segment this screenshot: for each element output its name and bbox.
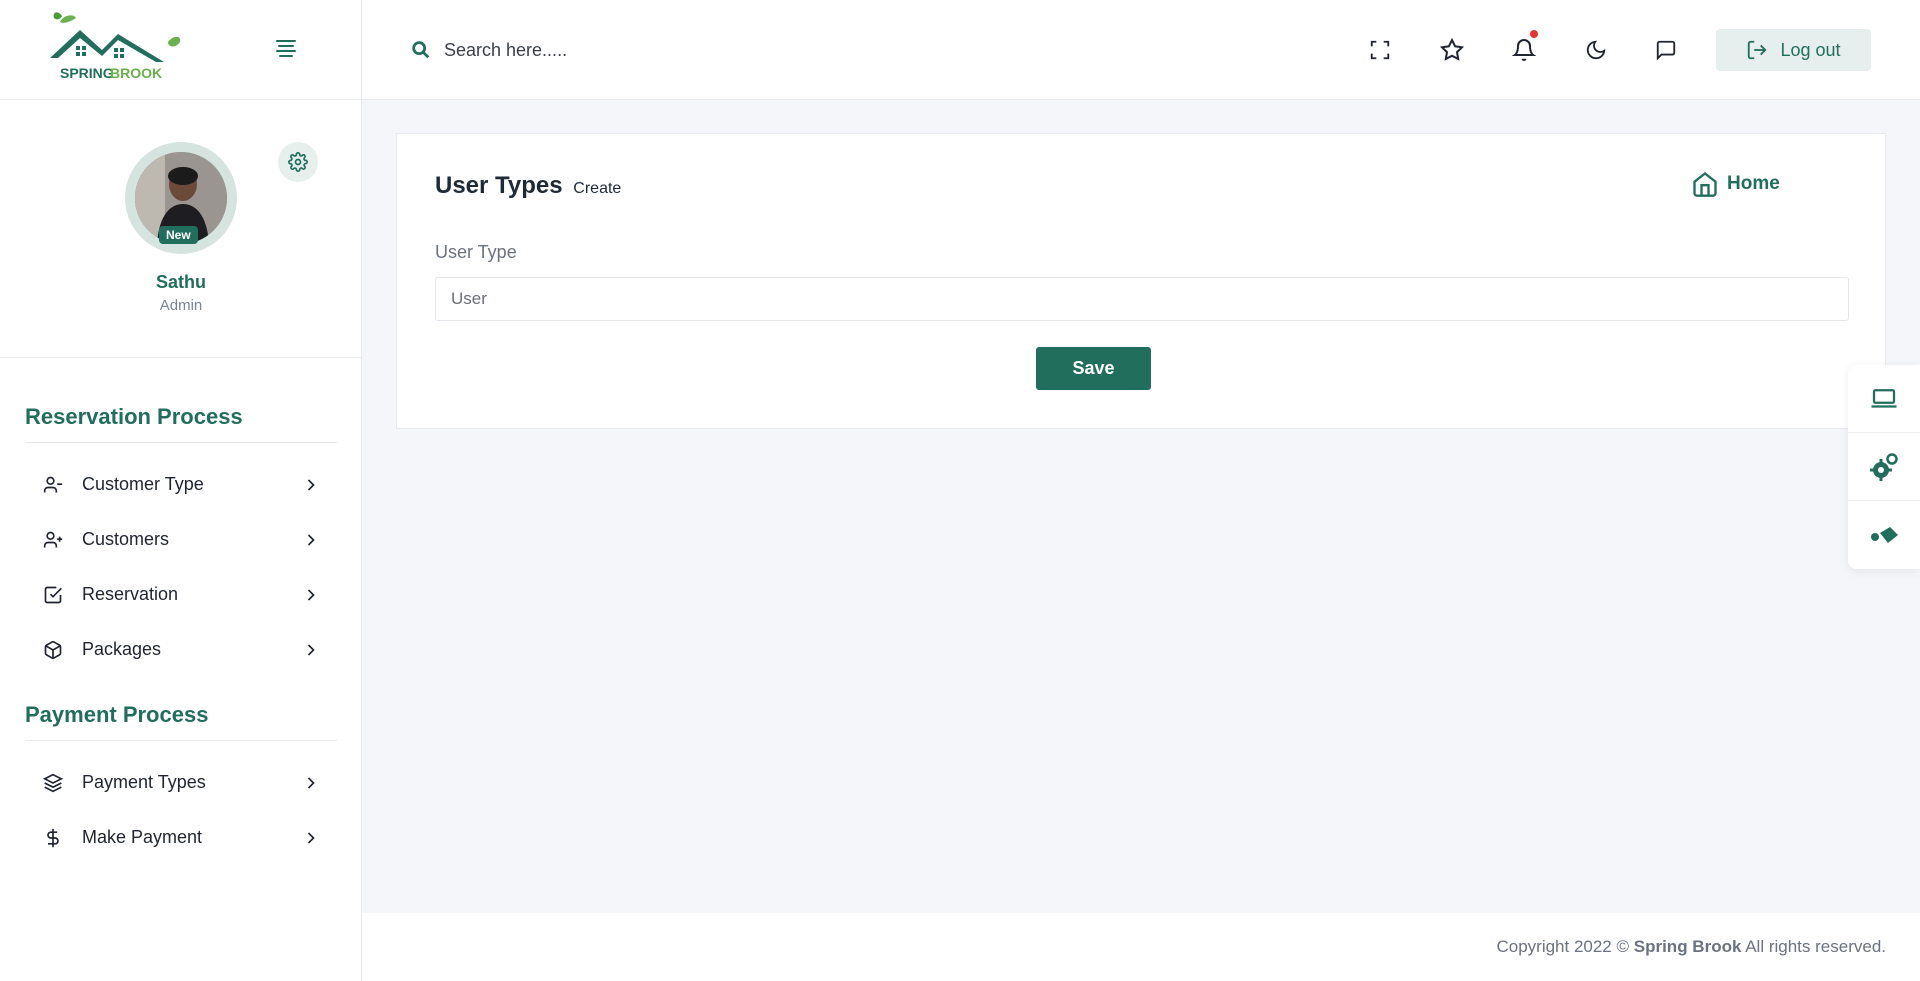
sidebar-item-label: Make Payment [82,827,203,847]
star-icon [1440,38,1464,61]
menu-toggle-button[interactable] [276,40,300,60]
menu-section-payment: Payment Process Payment Types Make Payme… [25,702,337,865]
dollar-icon [42,827,64,849]
sidebar-item-label: Customers [82,529,170,549]
user-type-label: User Type [435,242,517,262]
layers-icon [42,772,64,794]
profile-name: Sathu [155,272,206,292]
home-link[interactable]: Home [1691,170,1780,198]
save-button[interactable]: Save [1036,347,1151,390]
sidebar-item-packages[interactable]: Packages [25,622,337,677]
bell-icon [1512,39,1536,61]
chevron-right-icon [307,832,315,844]
chevron-right-icon [307,589,315,601]
gears-icon [1870,452,1898,481]
user-plus-icon [42,529,64,551]
sidebar-item-make-payment[interactable]: Make Payment [25,810,337,865]
notifications-button[interactable] [1510,30,1538,64]
sidebar-item-payment-types[interactable]: Payment Types [25,755,337,810]
color-picker-button[interactable] [1848,501,1920,569]
box-icon [42,639,64,661]
spring-brook-logo[interactable]: SPRING BROOK [48,12,184,84]
search-icon[interactable] [410,39,432,61]
device-preview-button[interactable] [1848,365,1920,433]
sidebar-item-label: Payment Types [82,772,206,792]
moon-icon [1586,40,1606,60]
home-icon [1693,172,1717,197]
svg-text:BROOK: BROOK [110,65,162,81]
profile-settings-button[interactable] [278,142,318,182]
copyright-prefix: Copyright 2022 © [1496,937,1630,956]
page-title: User Types Create [435,172,621,200]
gear-icon [288,152,308,172]
home-label: Home [1727,173,1780,194]
user-type-input[interactable] [435,277,1849,321]
search-input[interactable] [444,30,804,70]
sidebar: SPRING BROOK New Sathu Admin Reservation… [0,0,362,981]
svg-text:SPRING: SPRING [60,65,114,81]
laptop-icon [1871,388,1897,408]
sidebar-item-label: Customer Type [82,474,204,494]
sidebar-item-customers[interactable]: Customers [25,512,337,567]
footer: Copyright 2022 © Spring Brook All rights… [362,913,1920,981]
menu-section-reservation: Reservation Process Customer Type Custom… [25,404,337,677]
copyright-brand[interactable]: Spring Brook [1634,937,1742,956]
message-square-icon [1656,40,1676,61]
user-type-form-card: User Types Create Home User Type Save [396,133,1886,429]
dark-mode-toggle[interactable] [1582,36,1610,64]
copyright: Copyright 2022 © Spring Brook All rights… [1496,937,1886,957]
avatar[interactable]: New [125,142,237,254]
logo-area: SPRING BROOK [0,0,361,100]
messages-button[interactable] [1652,36,1680,64]
chevron-right-icon [307,777,315,789]
notification-dot [1530,30,1538,38]
chevron-right-icon [307,479,315,491]
sidebar-item-customer-type[interactable]: Customer Type [25,457,337,512]
sidebar-item-label: Reservation [82,584,179,604]
topbar: Log out [362,0,1920,100]
section-title: Reservation Process [25,404,337,443]
fullscreen-icon [1370,40,1390,60]
page-subtitle: Create [573,180,622,197]
paint-bucket-icon [1871,527,1898,543]
theme-settings-button[interactable] [1848,433,1920,501]
logout-icon [1748,40,1768,60]
copyright-suffix: All rights reserved. [1745,937,1886,956]
sidebar-item-label: Packages [82,639,162,659]
new-badge: New [159,226,198,244]
floating-tools-panel [1848,365,1920,569]
chevron-right-icon [307,644,315,656]
logout-button[interactable]: Log out [1716,29,1871,71]
user-minus-icon [42,474,64,496]
sidebar-item-reservation[interactable]: Reservation [25,567,337,622]
logout-label: Log out [1780,39,1841,60]
check-square-icon [42,584,64,606]
profile-role: Admin [159,297,203,314]
profile-card: New Sathu Admin [0,100,361,358]
chevron-right-icon [307,534,315,546]
fullscreen-button[interactable] [1366,36,1394,64]
favorites-button[interactable] [1438,36,1466,64]
page-title-text: User Types [435,172,563,199]
section-title: Payment Process [25,702,337,741]
